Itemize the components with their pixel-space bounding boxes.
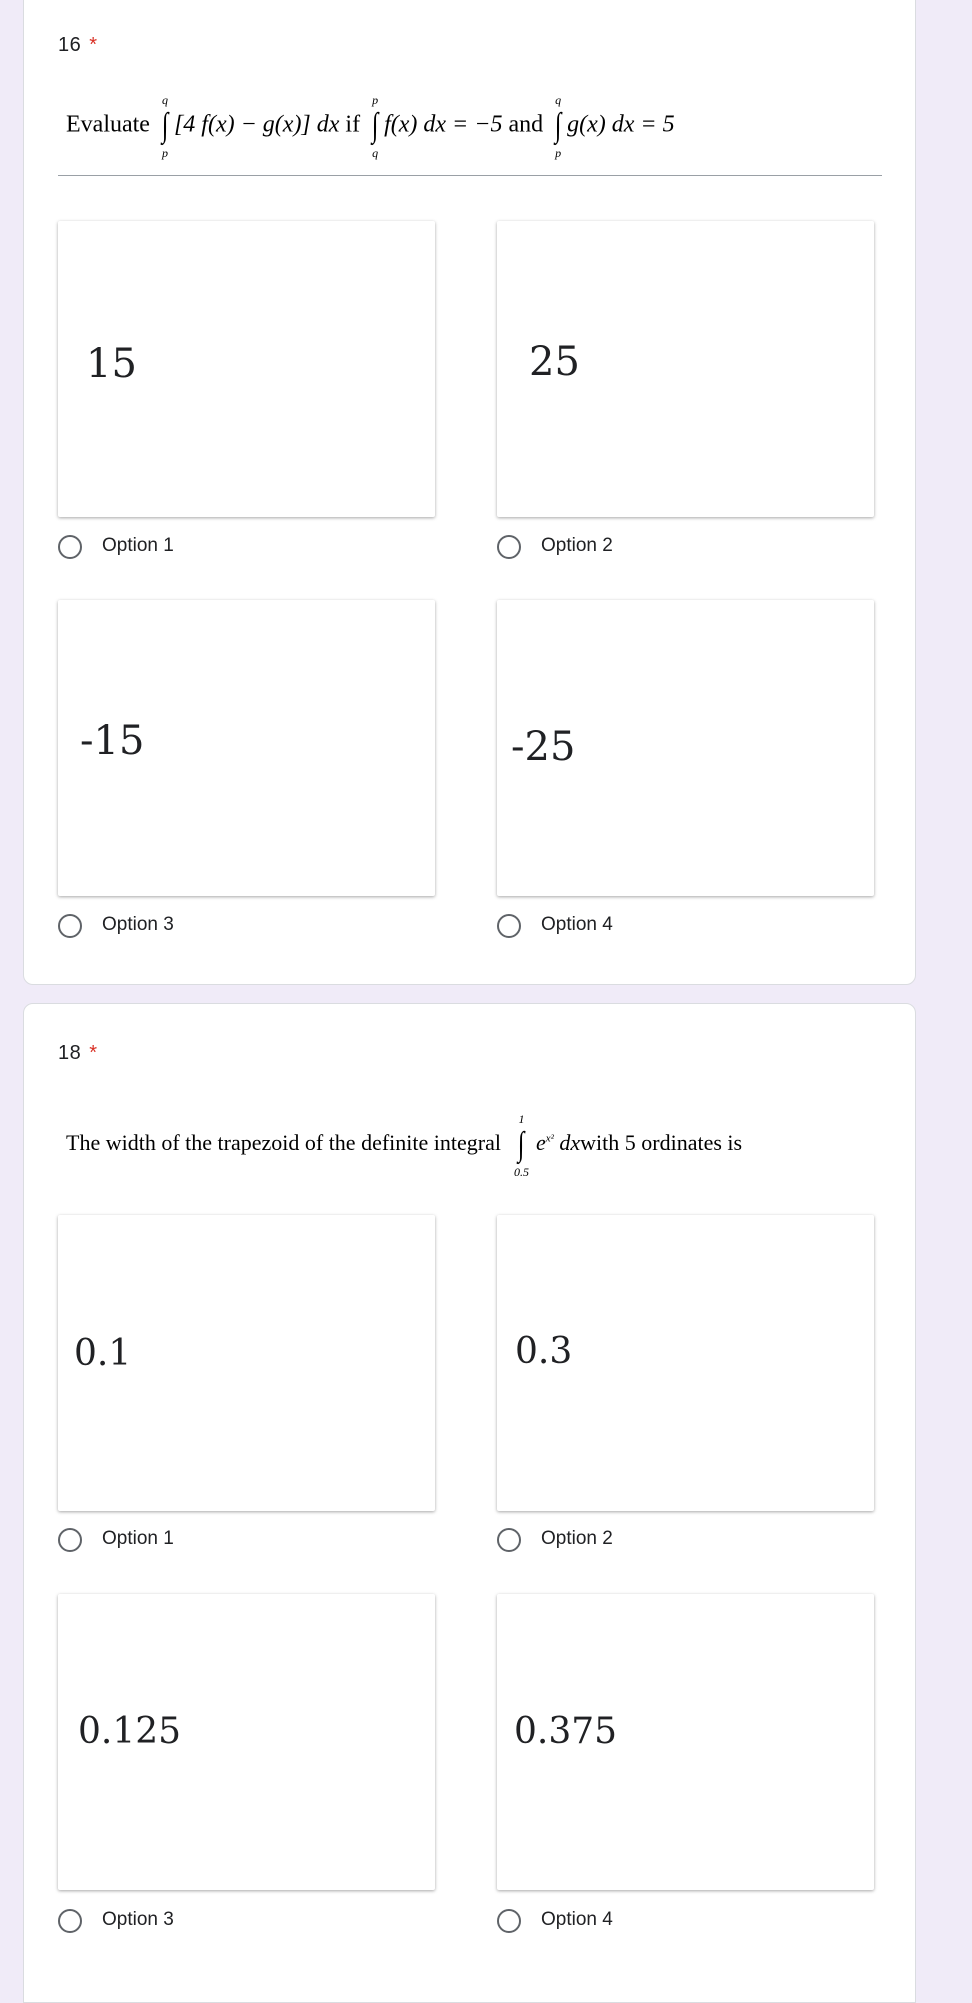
option-radio-1[interactable] [58, 1528, 82, 1552]
option-image-4[interactable]: -25 [497, 600, 874, 896]
differential: dx [559, 1130, 581, 1156]
option-image-3[interactable]: -15 [58, 600, 435, 896]
integrand-expression: [4 f(x) − g(x)] dx [173, 111, 340, 138]
integrand-exponent: x² [545, 1132, 554, 1145]
integral-symbol: q ∫ p [158, 93, 172, 160]
question-text-after: with 5 ordinates is [580, 1130, 743, 1156]
integral-symbol: q ∫ p [551, 93, 565, 160]
integral-lower-limit: p [161, 146, 168, 160]
question-text-evaluate: Evaluate [66, 111, 150, 138]
option-label-4[interactable]: Option 4 [541, 914, 613, 936]
required-asterisk: * [89, 1042, 98, 1064]
question-number: 18 * [58, 1042, 98, 1065]
integral-upper-limit: q [161, 93, 168, 107]
option-image-value: -15 [80, 718, 145, 764]
option-label-1[interactable]: Option 1 [102, 1528, 174, 1550]
option-label-4[interactable]: Option 4 [541, 1909, 613, 1931]
option-image-4[interactable]: 0.375 [497, 1594, 874, 1890]
option-image-2[interactable]: 25 [497, 221, 874, 517]
question-number-text: 18 [58, 1042, 82, 1064]
option-image-value: 0.375 [514, 1711, 618, 1752]
option-radio-2[interactable] [497, 1528, 521, 1552]
question-image: The width of the trapezoid of the defini… [58, 1104, 882, 1184]
integral-symbol: p ∫ q [368, 93, 382, 160]
required-asterisk: * [89, 34, 98, 56]
option-image-value: 0.3 [515, 1331, 573, 1372]
g-integral-expression: g(x) dx = 5 [567, 111, 675, 138]
integrand-base: e [535, 1130, 546, 1156]
option-image-value: 25 [529, 339, 580, 385]
option-radio-2[interactable] [497, 535, 521, 559]
option-radio-3[interactable] [58, 914, 82, 938]
option-label-2[interactable]: Option 2 [541, 1528, 613, 1550]
option-image-value: 0.125 [78, 1711, 182, 1752]
option-image-value: 15 [86, 341, 137, 387]
question-text-if: if [345, 111, 361, 138]
option-image-value: 0.1 [74, 1333, 132, 1374]
option-radio-4[interactable] [497, 914, 521, 938]
option-label-1[interactable]: Option 1 [102, 535, 174, 557]
integral-upper-limit: q [555, 93, 562, 107]
integral-upper-limit: p [372, 93, 379, 107]
option-label-3[interactable]: Option 3 [102, 1909, 174, 1931]
option-radio-4[interactable] [497, 1909, 521, 1933]
question-card-18: 18 * The width of the trapezoid of the de… [23, 1003, 916, 2003]
question-text-before: The width of the trapezoid of the defini… [66, 1130, 501, 1156]
integral-lower-limit: q [372, 146, 379, 160]
option-label-2[interactable]: Option 2 [541, 535, 613, 557]
f-integral-expression: f(x) dx = −5 [384, 111, 503, 138]
option-image-1[interactable]: 0.1 [58, 1215, 435, 1511]
question-text-and: and [508, 111, 544, 138]
integral-lower-limit: p [555, 146, 562, 160]
question-number-text: 16 [58, 34, 82, 56]
question-number: 16 * [58, 34, 98, 57]
integral-upper-limit: 1 [518, 1112, 525, 1126]
integral-lower-limit: 0.5 [513, 1165, 529, 1179]
option-image-2[interactable]: 0.3 [497, 1215, 874, 1511]
question-image: Evaluate q ∫ p [4 f(x) − g(x)] dx if p ∫ q f(x… [58, 89, 882, 176]
option-image-1[interactable]: 15 [58, 221, 435, 517]
option-label-3[interactable]: Option 3 [102, 914, 174, 936]
integral-symbol: 1 ∫ 0.5 [514, 1112, 529, 1179]
option-radio-3[interactable] [58, 1909, 82, 1933]
option-image-3[interactable]: 0.125 [58, 1594, 435, 1890]
question-card-16: 16 * Evaluate q ∫ p [4 f(x) − g(x)] dx if p ∫… [23, 0, 916, 985]
option-image-value: -25 [511, 724, 576, 770]
option-radio-1[interactable] [58, 535, 82, 559]
